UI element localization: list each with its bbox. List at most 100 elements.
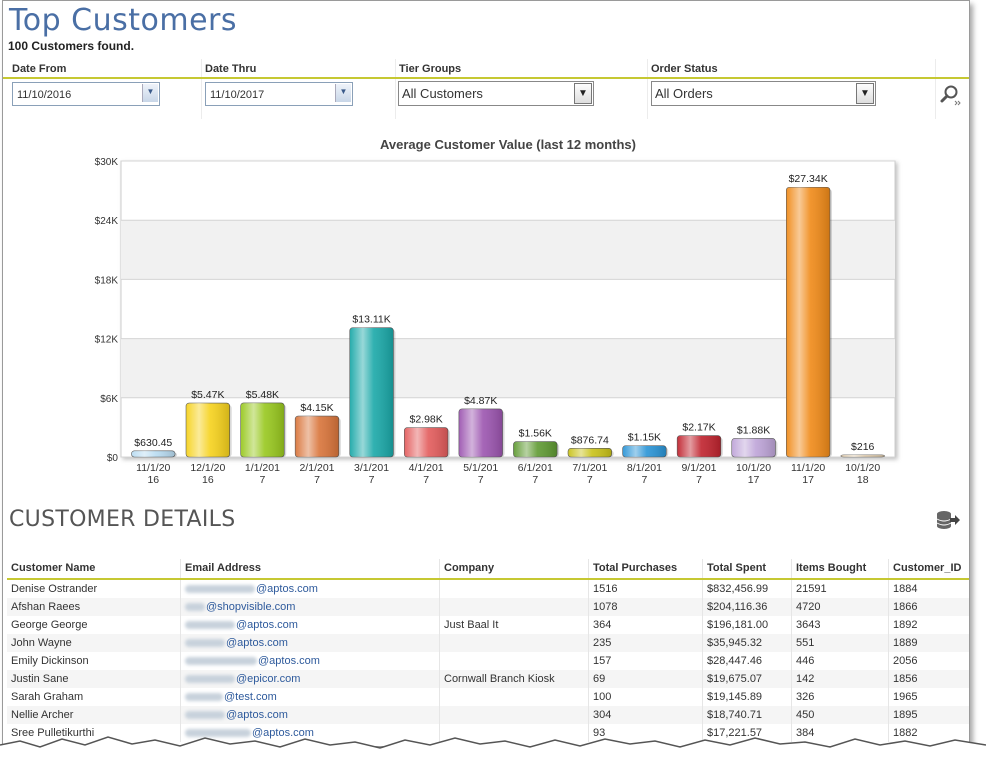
data-label: $2.17K — [682, 422, 715, 434]
order-status-label: Order Status — [651, 63, 718, 75]
table-row[interactable]: Emily Dickinson@aptos.com157$28,447.4644… — [7, 652, 969, 670]
items-bought-cell: 551 — [792, 634, 889, 652]
tier-groups-label: Tier Groups — [399, 63, 461, 75]
customer-name-cell: Afshan Raees — [7, 598, 181, 616]
email-domain[interactable]: @aptos.com — [226, 637, 288, 649]
email-domain[interactable]: @shopvisible.com — [206, 601, 295, 613]
email-cell: @aptos.com — [181, 579, 440, 598]
total-spent-cell: $19,675.07 — [703, 670, 792, 688]
x-tick-label: 7 — [587, 474, 593, 486]
table-row[interactable]: John Wayne@aptos.com235$35,945.325511889 — [7, 634, 969, 652]
email-domain[interactable]: @aptos.com — [256, 583, 318, 595]
data-label: $4.15K — [300, 402, 333, 414]
column-header[interactable]: Email Address — [181, 559, 440, 579]
table-row[interactable]: Afshan Raees @shopvisible.com 1078$204,116… — [7, 598, 969, 616]
email-domain[interactable]: @epicor.com — [236, 673, 300, 685]
column-header[interactable]: Total Purchases — [589, 559, 703, 579]
tier-groups-value: All Customers — [402, 86, 483, 101]
search-button[interactable] — [939, 83, 965, 109]
x-tick-label: 6/1/201 — [518, 462, 553, 474]
customer-id-cell: 1895 — [889, 706, 970, 724]
redacted-email-user — [185, 693, 223, 701]
filter-divider — [395, 59, 396, 119]
email-domain[interactable]: @aptos.com — [226, 709, 288, 721]
customer-id-cell: 1866 — [889, 598, 970, 616]
date-from-value: 11/10/2016 — [17, 89, 71, 101]
chevron-down-icon[interactable]: ▼ — [142, 84, 158, 102]
customer-id-cell: 1884 — [889, 579, 970, 598]
chevron-down-icon[interactable]: ▼ — [335, 84, 351, 102]
chart-title: Average Customer Value (last 12 months) — [380, 137, 636, 152]
total-spent-cell: $18,740.71 — [703, 706, 792, 724]
average-customer-value-chart: Average Customer Value (last 12 months) … — [3, 131, 969, 491]
tier-groups-select[interactable]: All Customers ▼ — [398, 81, 594, 106]
redacted-email-user — [185, 711, 225, 719]
x-tick-label: 11/1/20 — [791, 462, 825, 474]
data-label: $630.45 — [134, 437, 172, 449]
search-icon — [939, 83, 965, 109]
chevron-down-icon[interactable]: ▼ — [856, 83, 874, 104]
date-thru-label: Date Thru — [205, 63, 256, 75]
total-purchases-cell: 364 — [589, 616, 703, 634]
column-header[interactable]: Items Bought — [792, 559, 889, 579]
bar-gloss — [295, 416, 339, 457]
plot-area — [121, 161, 895, 457]
customer-name-cell: Sarah Graham — [7, 688, 181, 706]
total-spent-cell: $35,945.32 — [703, 634, 792, 652]
column-header[interactable]: Customer Name — [7, 559, 181, 579]
x-tick-label: 7 — [369, 474, 375, 486]
customer-id-cell: 1965 — [889, 688, 970, 706]
total-spent-cell: $204,116.36 — [703, 598, 792, 616]
redacted-email-user — [185, 585, 255, 593]
table-row[interactable]: Denise Ostrander@aptos.com1516$832,456.9… — [7, 579, 969, 598]
company-cell: Just Baal It — [440, 616, 589, 634]
table-row[interactable]: Sarah Graham@test.com100$19,145.89326196… — [7, 688, 969, 706]
x-tick-label: 3/1/201 — [354, 462, 389, 474]
x-tick-label: 7 — [260, 474, 266, 486]
x-tick-label: 4/1/201 — [409, 462, 444, 474]
data-label: $27.34K — [789, 173, 828, 185]
order-status-select[interactable]: All Orders ▼ — [651, 81, 876, 106]
email-domain[interactable]: @aptos.com — [236, 619, 298, 631]
column-header[interactable]: Company — [440, 559, 589, 579]
bar-gloss — [459, 409, 503, 457]
data-label: $1.15K — [628, 432, 661, 444]
data-label: $1.88K — [737, 424, 770, 436]
page-title: Top Customers — [9, 3, 237, 38]
date-thru-input[interactable]: 11/10/2017 ▼ — [205, 82, 353, 106]
column-header[interactable]: Total Spent — [703, 559, 792, 579]
email-domain[interactable]: @aptos.com — [258, 655, 320, 667]
x-tick-label: 12/1/20 — [190, 462, 225, 474]
table-row[interactable]: Justin Sane@epicor.comCornwall Branch Ki… — [7, 670, 969, 688]
customer-id-cell: 1856 — [889, 670, 970, 688]
redacted-email-user — [185, 603, 205, 611]
bar-gloss — [841, 455, 885, 457]
email-domain[interactable]: @test.com — [224, 691, 277, 703]
total-spent-cell: $19,145.89 — [703, 688, 792, 706]
customer-id-cell: 1892 — [889, 616, 970, 634]
total-purchases-cell: 304 — [589, 706, 703, 724]
result-count: 100 Customers found. — [8, 39, 134, 53]
x-tick-label: 8/1/201 — [627, 462, 662, 474]
date-from-label: Date From — [12, 63, 66, 75]
email-cell: @aptos.com — [181, 616, 440, 634]
email-cell: @aptos.com — [181, 706, 440, 724]
x-tick-label: 18 — [857, 474, 869, 486]
report-frame: Top Customers 100 Customers found. Date … — [2, 0, 970, 747]
table-row[interactable]: George George@aptos.comJust Baal It364$1… — [7, 616, 969, 634]
chevron-down-icon[interactable]: ▼ — [574, 83, 592, 104]
total-purchases-cell: 1078 — [589, 598, 703, 616]
export-button[interactable] — [934, 509, 960, 531]
bar-gloss — [677, 436, 721, 457]
items-bought-cell: 142 — [792, 670, 889, 688]
items-bought-cell: 4720 — [792, 598, 889, 616]
x-tick-label: 10/1/20 — [736, 462, 771, 474]
date-from-input[interactable]: 11/10/2016 ▼ — [12, 82, 160, 106]
items-bought-cell: 3643 — [792, 616, 889, 634]
table-row[interactable]: Nellie Archer@aptos.com304$18,740.714501… — [7, 706, 969, 724]
column-header[interactable]: Customer_ID — [889, 559, 970, 579]
data-label: $876.74 — [571, 434, 609, 446]
section-title: CUSTOMER DETAILS — [9, 507, 235, 532]
table-header-row: Customer Name Email Address Company Tota… — [7, 559, 969, 579]
x-tick-label: 17 — [748, 474, 760, 486]
